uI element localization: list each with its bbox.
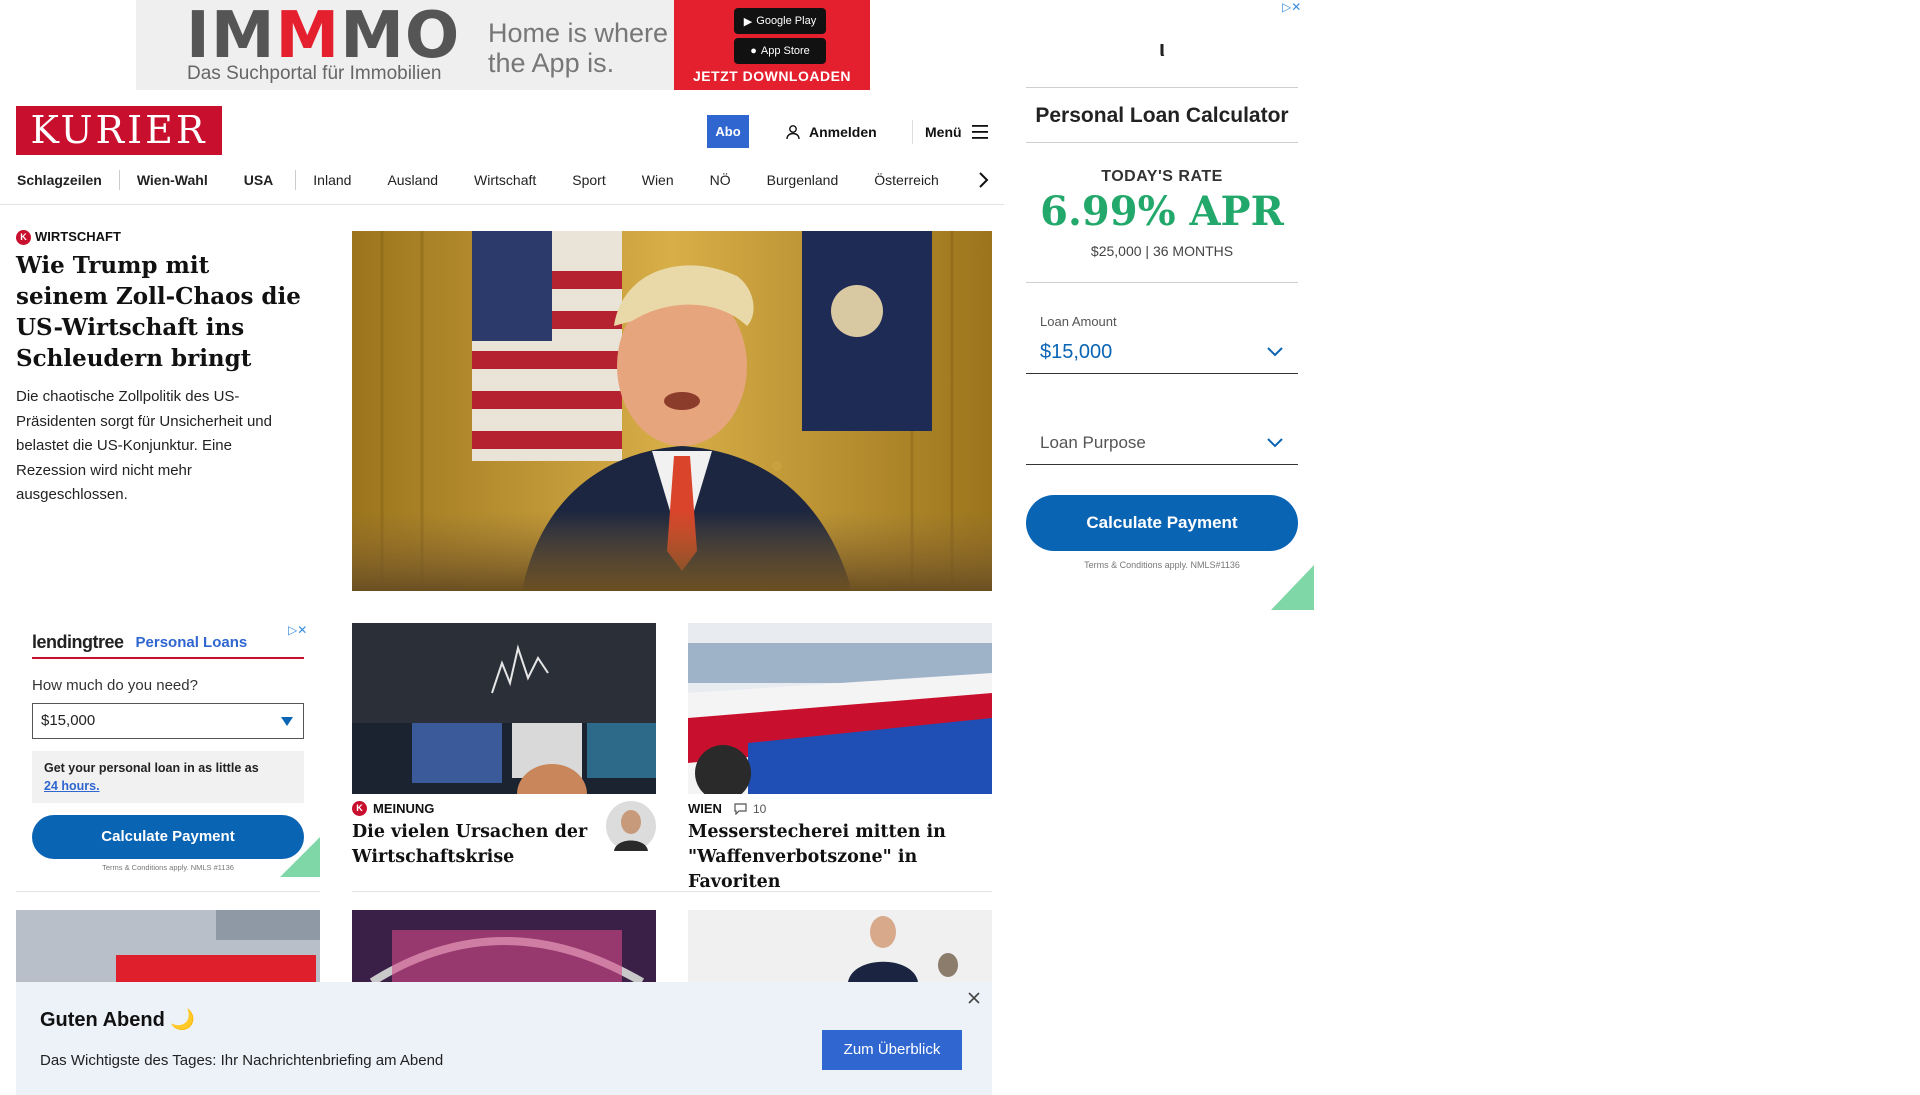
loan-amount-label: Loan Amount	[1040, 314, 1117, 329]
ad-terms: Terms & Conditions apply. NMLS #1136	[102, 863, 234, 872]
comment-icon	[734, 802, 747, 815]
hamburger-icon	[971, 125, 988, 139]
lendingtree-logo: lendingtree	[32, 631, 124, 652]
nav-item-noe[interactable]: NÖ	[710, 172, 731, 188]
ad-corner-decoration	[280, 837, 320, 877]
card-image-person[interactable]	[688, 910, 992, 982]
play-icon: ▶	[743, 15, 753, 28]
rate-terms: $25,000 | 36 MONTHS	[1090, 243, 1234, 259]
ad-cta-label[interactable]: JETZT DOWNLOADEN	[674, 68, 870, 84]
ad-terms: Terms & Conditions apply. NMLS#1136	[1084, 560, 1240, 570]
google-play-badge[interactable]: ▶ Google Play	[734, 8, 826, 34]
card-title-wien[interactable]: Messerstecherei mitten in "Waffenverbots…	[688, 820, 992, 895]
immmo-logo: IMMMO	[186, 0, 461, 73]
author-avatar[interactable]	[606, 801, 656, 851]
row-divider	[16, 891, 320, 892]
nav-item-ausland[interactable]: Ausland	[387, 172, 438, 188]
kurier-logo[interactable]: KURIER	[16, 106, 222, 155]
card-kicker-meinung[interactable]: K Meinung	[352, 801, 434, 816]
ad-header: lendingtree Personal Loans	[32, 627, 304, 659]
lendingtree-ad[interactable]: ▷✕ lendingtree Personal Loans How much d…	[16, 621, 320, 877]
nav-item-oesterreich[interactable]: Österreich	[874, 172, 939, 188]
nav-item-burgenland[interactable]: Burgenland	[767, 172, 839, 188]
ad-tagline: Das Suchportal für Immobilien	[187, 63, 442, 84]
comment-count: 10	[752, 801, 767, 816]
card-image-markets[interactable]	[352, 623, 656, 794]
ad-question: How much do you need?	[32, 677, 198, 694]
login-link[interactable]: Anmelden	[785, 120, 877, 144]
nav-item-schlagzeilen[interactable]: Schlagzeilen	[17, 172, 102, 188]
event-stage-photo	[352, 910, 656, 982]
lead-kicker[interactable]: K Wirtschaft	[16, 229, 121, 246]
caret-down-icon	[281, 717, 293, 726]
advertiser-logo: ι	[1158, 36, 1166, 61]
lead-kicker-label: Wirtschaft	[35, 229, 121, 244]
chevron-right-icon[interactable]	[975, 168, 991, 192]
loan-amount-value: $15,000	[41, 712, 96, 729]
lead-teaser[interactable]: Die chaotische Zollpolitik des US-Präsid…	[16, 385, 306, 508]
ad-note-link[interactable]: 24 hours.	[44, 779, 100, 793]
ad-slogan: Home is where the App is.	[488, 18, 669, 78]
nav-item-usa[interactable]: USA	[244, 172, 274, 188]
nav-divider	[295, 170, 297, 190]
lead-headline[interactable]: Wie Trump mit seinem Zoll-Chaos die US-W…	[16, 250, 306, 374]
rate-value: 6.99% APR	[1040, 188, 1284, 235]
card-title-meinung[interactable]: Die vielen Ursachen der Wirtschaftskrise	[352, 820, 592, 870]
user-icon	[786, 125, 800, 140]
card-image-event[interactable]	[352, 910, 656, 982]
briefing-title: Guten Abend 🌙	[40, 1009, 196, 1031]
chevron-down-icon	[1267, 438, 1283, 448]
nav-divider	[118, 170, 120, 190]
stock-exchange-photo	[352, 623, 656, 794]
evening-briefing-banner: Guten Abend 🌙 Das Wichtigste des Tages: …	[16, 982, 992, 1095]
loan-calculator-ad[interactable]: ▷✕ ι Personal Loan Calculator TODAY'S RA…	[1026, 0, 1314, 610]
politician-photo	[688, 910, 992, 982]
police-car-photo	[688, 623, 992, 794]
overview-button[interactable]: Zum Überblick	[822, 1030, 962, 1070]
section-nav: Schlagzeilen Wien-Wahl USA Inland Auslan…	[17, 168, 989, 192]
abo-button[interactable]: Abo	[707, 115, 749, 148]
loan-amount-value: $15,000	[1040, 341, 1113, 363]
loan-amount-select[interactable]: $15,000	[32, 703, 304, 739]
calculate-payment-button[interactable]: Calculate Payment	[1026, 495, 1298, 551]
chevron-down-icon	[1267, 347, 1283, 357]
close-icon[interactable]	[966, 990, 982, 1006]
kurier-plus-icon: K	[16, 230, 31, 246]
ad-note: Get your personal loan in as little as 2…	[32, 751, 304, 803]
nav-item-wien[interactable]: Wien	[642, 172, 674, 188]
row-divider	[352, 891, 992, 892]
ad-product: Personal Loans	[135, 633, 248, 651]
kurier-plus-icon: K	[352, 801, 367, 816]
card-image-police[interactable]	[688, 623, 992, 794]
orf-building-photo	[16, 910, 320, 982]
card-kicker-wien[interactable]: Wien 10	[688, 801, 766, 816]
ad-download-panel[interactable]: ▶ Google Play ● App Store JETZT DOWNLOADEN	[674, 0, 870, 90]
app-store-badge[interactable]: ● App Store	[734, 38, 826, 64]
calculator-divider	[1026, 282, 1298, 283]
login-label: Anmelden	[809, 124, 877, 140]
nav-item-sport[interactable]: Sport	[572, 172, 605, 188]
menu-button[interactable]: Menü	[912, 120, 990, 144]
lead-image[interactable]	[352, 231, 992, 591]
apple-icon: ●	[750, 45, 757, 57]
nav-item-wien-wahl[interactable]: Wien-Wahl	[137, 172, 208, 188]
briefing-subtitle: Das Wichtigste des Tages: Ihr Nachrichte…	[40, 1052, 444, 1069]
calculate-payment-button[interactable]: Calculate Payment	[32, 815, 304, 859]
menu-label: Menü	[925, 124, 962, 140]
ad-corner-decoration	[1271, 565, 1314, 610]
loan-amount-select[interactable]: $15,000	[1026, 330, 1298, 374]
trump-photo	[352, 231, 992, 591]
nav-item-wirtschaft[interactable]: Wirtschaft	[474, 172, 536, 188]
nav-item-inland[interactable]: Inland	[313, 172, 351, 188]
nav-divider-line	[0, 204, 1004, 205]
adchoices-icon[interactable]: ▷✕	[1282, 0, 1301, 14]
loan-purpose-select[interactable]: Loan Purpose	[1026, 421, 1298, 465]
calculator-heading: Personal Loan Calculator	[1026, 87, 1298, 143]
card-image-orf[interactable]	[16, 910, 320, 982]
top-ad-banner[interactable]: IMMMO Das Suchportal für Immobilien Home…	[136, 0, 870, 90]
loan-purpose-value: Loan Purpose	[1040, 433, 1146, 452]
rate-label: TODAY'S RATE	[1101, 168, 1223, 185]
